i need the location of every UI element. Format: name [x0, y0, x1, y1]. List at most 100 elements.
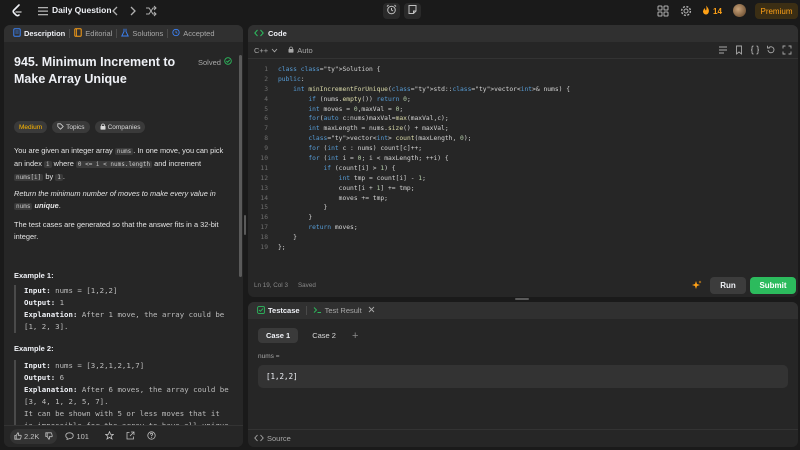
daily-question-title[interactable]: Daily Question — [52, 5, 112, 15]
like-count: 2.2K — [24, 432, 40, 441]
example-2-title: Example 2: — [14, 344, 54, 353]
code-panel-header: Code — [248, 25, 798, 42]
line-number: 3 — [264, 85, 268, 93]
auto-mode-toggle[interactable]: Auto — [288, 45, 313, 55]
timer-button[interactable] — [383, 3, 400, 19]
code-line[interactable]: 19}; — [248, 243, 798, 253]
comment-count: 101 — [76, 432, 89, 441]
avatar[interactable] — [733, 4, 746, 17]
lock-icon — [100, 122, 106, 132]
tab-description[interactable]: Description — [9, 25, 69, 42]
favorite-button[interactable] — [101, 429, 118, 444]
line-number: 7 — [264, 125, 268, 133]
code-line[interactable]: 2 public: — [248, 75, 798, 85]
code-text: int tmp = count[i] - 1; — [338, 174, 426, 182]
code-line[interactable]: 9 for (int c : nums) count[c]++; — [248, 144, 798, 154]
param-label: nums = — [258, 353, 280, 360]
code-line[interactable]: 10 for (int i = 0; i < maxLength; ++i) { — [248, 154, 798, 164]
note-icon — [407, 4, 418, 18]
code-line[interactable]: 4 if (nums.empty()) return 0; — [248, 95, 798, 105]
gear-icon[interactable] — [680, 5, 692, 17]
premium-button[interactable]: Premium — [755, 3, 798, 19]
lock-icon — [288, 45, 294, 55]
code-line[interactable]: 5 int moves = 0,maxVal = 0; — [248, 105, 798, 115]
comments-button[interactable]: 101 — [61, 429, 93, 444]
tab-test-result[interactable]: Test Result — [309, 306, 379, 316]
help-button[interactable] — [143, 429, 160, 444]
code-line[interactable]: 18 } — [248, 233, 798, 243]
submit-button[interactable]: Submit — [750, 277, 796, 294]
add-case-button[interactable]: + — [352, 330, 358, 342]
chevron-right-icon[interactable] — [127, 4, 139, 18]
question-circle-icon — [147, 431, 156, 442]
chevron-down-icon — [271, 46, 278, 55]
case-tab-1[interactable]: Case 1 — [258, 328, 299, 343]
inline-code: nums — [114, 148, 134, 155]
code-line[interactable]: 16 } — [248, 213, 798, 223]
maximize-icon[interactable] — [782, 45, 792, 55]
share-button[interactable] — [122, 429, 139, 444]
notes-button[interactable] — [404, 3, 421, 19]
code-text: int minIncrementForUnique(class="ty">std… — [293, 85, 570, 93]
problem-tags: Medium Topics Companies — [14, 121, 146, 133]
run-button[interactable]: Run — [710, 277, 746, 294]
like-button[interactable]: 2.2K — [10, 429, 58, 444]
code-line[interactable]: 6 for(auto c:nums)maxVal=max(maxVal,c); — [248, 114, 798, 124]
problem-title[interactable]: 945. Minimum Increment to Make Array Uni… — [14, 54, 194, 88]
code-text: int moves = 0,maxVal = 0; — [308, 105, 404, 113]
code-line[interactable]: 1 class class="ty">Solution { — [248, 65, 798, 75]
curly-braces-icon[interactable] — [750, 45, 760, 55]
code-line[interactable]: 13 count[i + 1] += tmp; — [248, 184, 798, 194]
line-number: 16 — [260, 214, 268, 222]
chevron-left-icon[interactable] — [109, 4, 121, 18]
alarm-clock-icon — [386, 4, 397, 18]
layout-grid-icon[interactable] — [657, 5, 669, 17]
line-number: 19 — [260, 244, 268, 252]
tab-accepted[interactable]: Accepted — [168, 25, 218, 42]
shuffle-icon[interactable] — [145, 4, 157, 18]
history-icon — [172, 28, 180, 39]
format-lines-icon[interactable] — [718, 45, 728, 55]
close-icon[interactable] — [368, 306, 375, 315]
code-line[interactable]: 11 if (count[i] > 1) { — [248, 164, 798, 174]
code-line[interactable]: 7 int maxLength = nums.size() + maxVal; — [248, 124, 798, 134]
star-icon — [104, 430, 115, 442]
horizontal-resize-handle[interactable] — [515, 298, 529, 300]
case-tab-2[interactable]: Case 2 — [304, 328, 344, 343]
code-text: return moves; — [308, 224, 358, 232]
code-line[interactable]: 8 class="ty">vector<int> count(maxLength… — [248, 134, 798, 144]
thumbs-down-icon[interactable] — [45, 431, 54, 442]
book-icon — [74, 28, 82, 39]
leetcode-logo-icon[interactable] — [11, 4, 23, 18]
reset-icon[interactable] — [766, 45, 776, 55]
tab-testcase[interactable]: Testcase — [253, 305, 304, 316]
topics-tag[interactable]: Topics — [52, 121, 90, 133]
code-toolbar-actions — [718, 45, 792, 55]
line-number: 4 — [264, 95, 268, 103]
code-line[interactable]: 12 int tmp = count[i] - 1; — [248, 174, 798, 184]
description-scrollbar[interactable] — [239, 55, 242, 277]
line-number: 5 — [264, 105, 268, 113]
nums-input[interactable]: [1,2,2] — [258, 365, 788, 388]
code-line[interactable]: 14 moves += tmp; — [248, 194, 798, 204]
code-editor[interactable]: 1 class class="ty">Solution {2 public: 3 in… — [248, 65, 798, 253]
difficulty-badge[interactable]: Medium — [14, 121, 48, 133]
terminal-icon — [313, 306, 322, 316]
code-brackets-icon — [254, 434, 264, 444]
tab-editorial[interactable]: Editorial — [70, 25, 116, 42]
companies-tag[interactable]: Companies — [94, 121, 146, 133]
code-line[interactable]: 17 return moves; — [248, 223, 798, 233]
code-panel-title: Code — [268, 29, 287, 38]
streak-counter[interactable]: 14 — [702, 5, 722, 17]
code-line[interactable]: 3 int minIncrementForUnique(class="ty">s… — [248, 85, 798, 95]
bookmark-icon[interactable] — [734, 45, 744, 55]
language-select[interactable]: C++ — [254, 46, 278, 55]
tab-solutions[interactable]: Solutions — [117, 25, 167, 42]
code-line[interactable]: 15 } — [248, 203, 798, 213]
code-text: for (int i = 0; i < maxLength; ++i) { — [308, 155, 449, 163]
problem-list-icon[interactable] — [37, 5, 49, 17]
vertical-resize-handle[interactable] — [244, 215, 246, 235]
sparkle-icon[interactable] — [692, 280, 702, 290]
description-content: 945. Minimum Increment to Make Array Uni… — [14, 42, 236, 447]
source-button[interactable]: Source — [267, 434, 291, 443]
